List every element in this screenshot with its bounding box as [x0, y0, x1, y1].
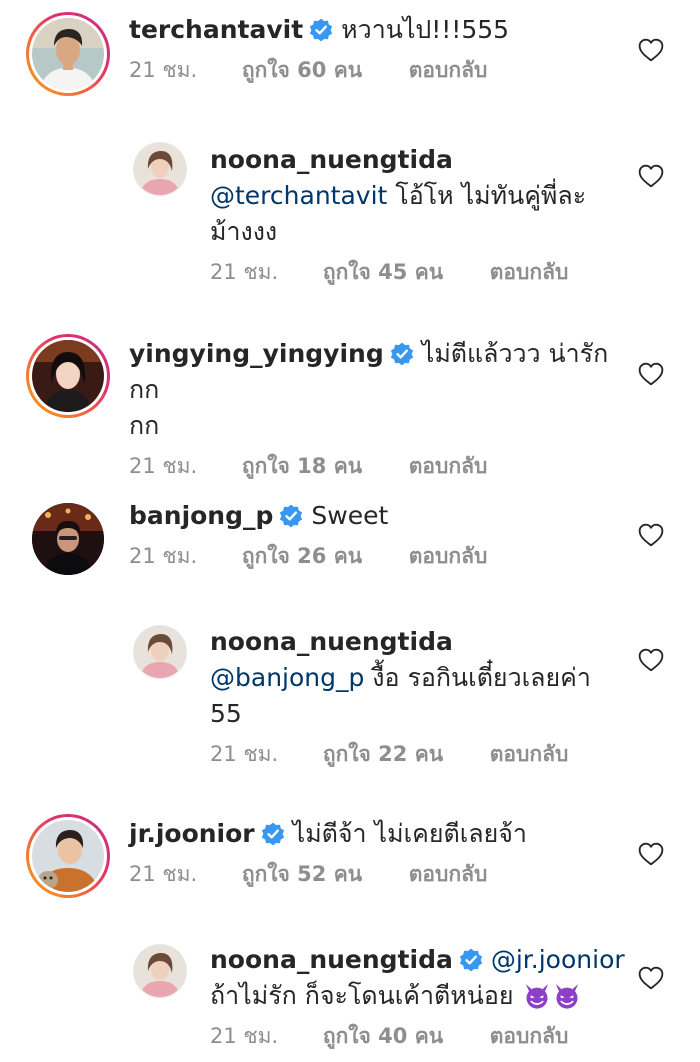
reply-button[interactable]: ตอบกลับ: [409, 540, 488, 573]
avatar-photo: [32, 820, 104, 892]
comment-username[interactable]: jr.joonior: [129, 819, 255, 848]
comment-username[interactable]: banjong_p: [129, 501, 273, 530]
avatar[interactable]: [26, 12, 110, 96]
comment-time: 21 ชม.: [210, 260, 279, 284]
comment-time: 21 ชม.: [210, 1024, 279, 1048]
reply-button[interactable]: ตอบกลับ: [490, 1020, 569, 1053]
mention-link[interactable]: @terchantavit: [210, 181, 387, 210]
reply-button[interactable]: ตอบกลับ: [409, 450, 488, 483]
smiling-devil-emoji: [553, 982, 581, 1010]
comment-text: Sweet: [311, 501, 389, 530]
avatar[interactable]: [133, 944, 187, 998]
comment-meta: 21 ชม. ถูกใจ 60 คน ตอบกลับ: [129, 54, 630, 87]
like-heart-icon[interactable]: [638, 38, 664, 62]
comment-likes[interactable]: ถูกใจ 26 คน: [242, 540, 362, 573]
comment-meta: 21 ชม. ถูกใจ 22 คน ตอบกลับ: [210, 738, 630, 771]
avatar[interactable]: [133, 142, 187, 196]
comment-likes[interactable]: ถูกใจ 22 คน: [323, 738, 443, 771]
verified-badge-icon: [459, 948, 483, 972]
like-heart-icon[interactable]: [638, 362, 664, 386]
avatar-photo: [134, 143, 186, 195]
reply-button[interactable]: ตอบกลับ: [409, 54, 488, 87]
comment-meta: 21 ชม. ถูกใจ 18 คน ตอบกลับ: [129, 450, 630, 483]
comment-text: โอ้โห ไม่ทันคู่พี่ละ: [387, 181, 587, 210]
comment-username[interactable]: terchantavit: [129, 15, 303, 44]
like-heart-icon[interactable]: [638, 164, 664, 188]
comment-time: 21 ชม.: [210, 742, 279, 766]
comment-time: 21 ชม.: [129, 454, 198, 478]
comment-text-continued: ม้างงง: [210, 217, 278, 246]
mention-link[interactable]: @banjong_p: [210, 663, 364, 692]
comment-time: 21 ชม.: [129, 862, 198, 886]
verified-badge-icon: [279, 504, 303, 528]
avatar[interactable]: [32, 503, 104, 575]
comment-text: หวานไป!!!555: [341, 15, 510, 44]
verified-badge-icon: [261, 822, 285, 846]
avatar-photo: [32, 340, 104, 412]
comment-likes[interactable]: ถูกใจ 60 คน: [242, 54, 362, 87]
comment-username[interactable]: yingying_yingying: [129, 339, 384, 368]
avatar[interactable]: [133, 625, 187, 679]
verified-badge-icon: [309, 18, 333, 42]
avatar[interactable]: [26, 814, 110, 898]
comment-likes[interactable]: ถูกใจ 52 คน: [242, 858, 362, 891]
comment-text: ถ้าไม่รัก ก็จะโดนเค้าตีหน่อย: [210, 981, 514, 1010]
comment-time: 21 ชม.: [129, 544, 198, 568]
comment-meta: 21 ชม. ถูกใจ 52 คน ตอบกลับ: [129, 858, 630, 891]
comment-username[interactable]: noona_nuengtida: [210, 145, 453, 174]
comment-time: 21 ชม.: [129, 58, 198, 82]
like-heart-icon[interactable]: [638, 842, 664, 866]
comment-text: ไม่ตีจ้า ไม่เคยตีเลยจ้า: [292, 819, 527, 848]
avatar[interactable]: [26, 334, 110, 418]
avatar-photo: [32, 18, 104, 90]
reply-button[interactable]: ตอบกลับ: [409, 858, 488, 891]
comment-text-continued: กก: [129, 411, 160, 440]
comment-likes[interactable]: ถูกใจ 45 คน: [323, 256, 443, 289]
reply-button[interactable]: ตอบกลับ: [490, 256, 569, 289]
comment-meta: 21 ชม. ถูกใจ 45 คน ตอบกลับ: [210, 256, 630, 289]
comment-meta: 21 ชม. ถูกใจ 26 คน ตอบกลับ: [129, 540, 630, 573]
reply-button[interactable]: ตอบกลับ: [490, 738, 569, 771]
comment-username[interactable]: noona_nuengtida: [210, 627, 453, 656]
like-heart-icon[interactable]: [638, 523, 664, 547]
comment-text: งื้อ รอกินเตี๋ยวเลยค่า: [364, 663, 591, 692]
comment-username[interactable]: noona_nuengtida: [210, 945, 453, 974]
avatar-photo: [32, 503, 104, 575]
mention-link[interactable]: @jr.joonior: [491, 945, 625, 974]
smiling-devil-emoji: [523, 982, 551, 1010]
like-heart-icon[interactable]: [638, 966, 664, 990]
comment-likes[interactable]: ถูกใจ 40 คน: [323, 1020, 443, 1053]
verified-badge-icon: [390, 342, 414, 366]
comment-text-continued: 55: [210, 699, 242, 728]
comment-meta: 21 ชม. ถูกใจ 40 คน ตอบกลับ: [210, 1020, 630, 1053]
avatar-photo: [134, 945, 186, 997]
comment-likes[interactable]: ถูกใจ 18 คน: [242, 450, 362, 483]
avatar-photo: [134, 626, 186, 678]
like-heart-icon[interactable]: [638, 648, 664, 672]
